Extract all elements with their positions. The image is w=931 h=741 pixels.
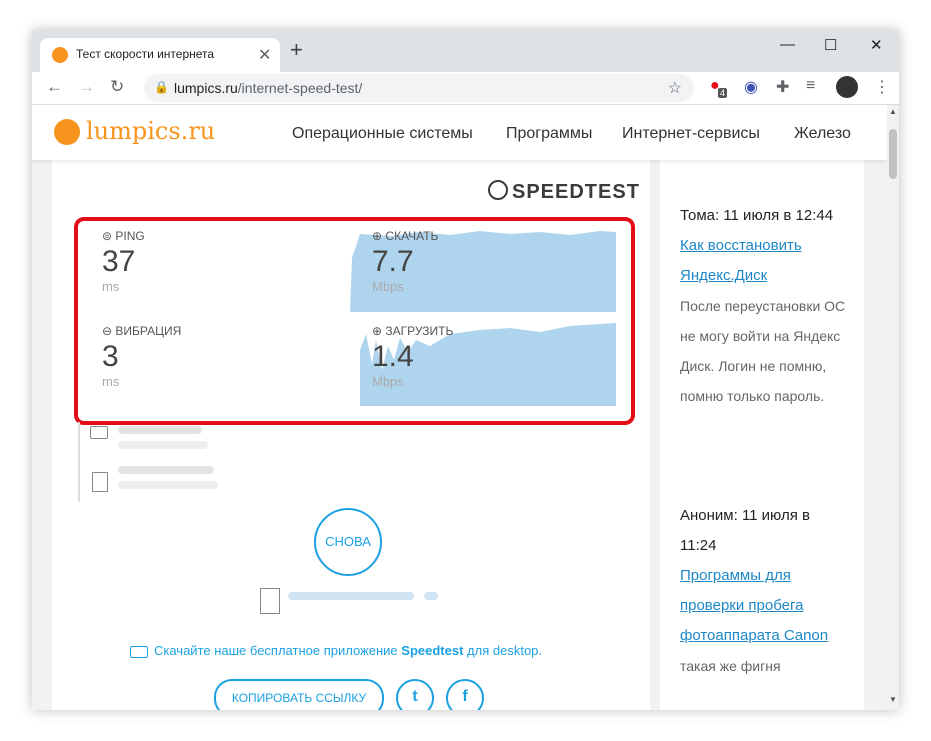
ping-metric: ⊜ PING 37 ms (102, 229, 145, 294)
laptop-icon (90, 426, 108, 439)
tab-title: Тест скорости интернета (76, 47, 215, 61)
comments-sidebar: Тома: 11 июля в 12:44 Как восстановить Я… (660, 160, 864, 710)
site-logo[interactable]: lumpics.ru (86, 117, 215, 145)
twitter-share-button[interactable]: t (396, 679, 434, 710)
jitter-metric: ⊖ ВИБРАЦИЯ 3 ms (102, 324, 181, 389)
comment-2: Аноним: 11 июля в 11:24 Программы для пр… (680, 501, 850, 681)
blurred-location (118, 481, 218, 489)
ping-label: PING (115, 229, 145, 243)
comment-author: Аноним: 11 июля в 11:24 (680, 507, 810, 554)
ping-value: 37 (102, 245, 136, 278)
browser-toolbar: ← → ↻ 🔒 lumpics.ru/internet-speed-test/ … (32, 72, 899, 105)
scroll-thumb[interactable] (889, 129, 897, 179)
site-header: lumpics.ru Операционные системы Программ… (32, 105, 887, 160)
download-value: 7.7 (372, 245, 414, 278)
comment-text: После переустановки ОС не могу войти на … (680, 298, 846, 404)
upload-value: 1.4 (372, 340, 414, 373)
lock-icon[interactable]: 🔒 (154, 80, 169, 94)
server-icon (92, 472, 108, 492)
twitter-icon: t (412, 688, 418, 705)
desktop-icon (130, 645, 148, 658)
comment-link[interactable]: Программы для проверки пробега фотоаппар… (680, 561, 850, 651)
jitter-icon: ⊖ (102, 324, 113, 338)
page-scrollbar[interactable]: ▲ ▼ (887, 105, 899, 710)
download-unit: Mbps (372, 279, 404, 294)
again-button[interactable]: СНОВА (314, 508, 382, 576)
address-bar[interactable]: 🔒 lumpics.ru/internet-speed-test/ ☆ (144, 74, 694, 102)
copy-link-button[interactable]: КОПИРОВАТЬ ССЫЛКУ (214, 679, 384, 710)
maximize-button[interactable]: ☐ (824, 36, 837, 54)
jitter-value: 3 (102, 340, 119, 373)
download-label: СКАЧАТЬ (385, 229, 439, 243)
blurred-server (118, 466, 214, 474)
menu-programs[interactable]: Программы (506, 125, 592, 143)
menu-hardware[interactable]: Железо (794, 125, 851, 143)
result-doc-icon (260, 588, 280, 614)
gauge-icon (488, 180, 508, 200)
upload-icon: ⊕ (372, 324, 383, 338)
profile-avatar[interactable] (836, 76, 858, 98)
menu-os[interactable]: Операционные системы (292, 125, 473, 143)
reload-icon[interactable]: ↻ (110, 77, 124, 97)
blurred-result-extra (424, 592, 438, 600)
speedtest-logo: SPEEDTEST (488, 180, 640, 204)
speedtest-card: SPEEDTEST ⊜ PING 37 ms ⊕ СКАЧАТЬ 7.7 Mbp… (52, 160, 650, 710)
favicon-icon (52, 47, 68, 63)
extensions-puzzle-icon[interactable]: ✚ (776, 77, 789, 97)
download-app-link[interactable]: Скачайте наше бесплатное приложение Spee… (130, 643, 542, 658)
extension-vpn-icon[interactable]: ◉ (744, 77, 758, 97)
new-tab-button[interactable]: + (290, 39, 303, 61)
bookmark-star-icon[interactable]: ☆ (668, 78, 682, 98)
more-menu-icon[interactable]: ⋮ (874, 77, 890, 97)
upload-label: ЗАГРУЗИТЬ (385, 324, 454, 338)
browser-window: Тест скорости интернета ✕ + — ☐ ✕ ← → ↻ … (32, 30, 899, 710)
comment-text: такая же фигня (680, 658, 781, 674)
tab-close-icon[interactable]: ✕ (258, 45, 271, 65)
blurred-provider (118, 426, 202, 434)
ping-unit: ms (102, 279, 120, 294)
close-window-button[interactable]: ✕ (870, 36, 883, 54)
forward-icon[interactable]: → (78, 77, 95, 97)
menu-internet-services[interactable]: Интернет-сервисы (622, 125, 760, 143)
download-metric: ⊕ СКАЧАТЬ 7.7 Mbps (372, 229, 438, 294)
comment-author: Тома: 11 июля в 12:44 (680, 207, 834, 224)
tab-bar: Тест скорости интернета ✕ + — ☐ ✕ (32, 30, 899, 72)
jitter-label: ВИБРАЦИЯ (115, 324, 182, 338)
page-content: lumpics.ru Операционные системы Программ… (32, 105, 887, 710)
scroll-up-icon[interactable]: ▲ (889, 107, 897, 116)
blurred-result-id[interactable] (288, 592, 414, 600)
facebook-share-button[interactable]: f (446, 679, 484, 710)
scroll-down-icon[interactable]: ▼ (889, 695, 897, 704)
download-icon: ⊕ (372, 229, 383, 243)
media-queue-icon[interactable]: ≡ (806, 77, 815, 95)
comment-link[interactable]: Как восстановить Яндекс.Диск (680, 231, 850, 291)
orange-logo-icon[interactable] (54, 119, 80, 145)
ping-icon: ⊜ (102, 229, 113, 243)
upload-metric: ⊕ ЗАГРУЗИТЬ 1.4 Mbps (372, 324, 453, 389)
extension-badge: 4 (718, 88, 728, 98)
jitter-unit: ms (102, 374, 120, 389)
minimize-button[interactable]: — (780, 36, 795, 53)
upload-unit: Mbps (372, 374, 404, 389)
active-tab[interactable]: Тест скорости интернета ✕ (40, 38, 280, 72)
blurred-ip (118, 441, 208, 449)
facebook-icon: f (462, 688, 468, 705)
info-divider (78, 422, 80, 502)
url-text[interactable]: lumpics.ru/internet-speed-test/ (174, 80, 362, 96)
back-icon[interactable]: ← (46, 77, 63, 97)
comment-1: Тома: 11 июля в 12:44 Как восстановить Я… (680, 201, 850, 411)
